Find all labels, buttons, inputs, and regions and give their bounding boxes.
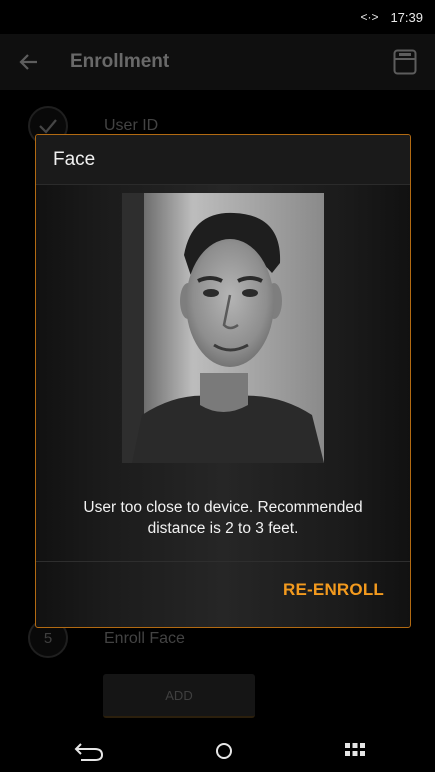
home-circle-icon[interactable] — [215, 742, 233, 760]
face-photo — [122, 193, 324, 463]
dialog-message: User too close to device. Recommended di… — [36, 497, 410, 539]
message-line-2: distance is 2 to 3 feet. — [147, 520, 299, 537]
sync-icon: <·> — [360, 10, 379, 24]
back-arrow-icon[interactable] — [73, 740, 105, 762]
status-time: 17:39 — [390, 9, 423, 25]
apps-grid-icon[interactable] — [344, 740, 366, 762]
dialog-divider — [36, 561, 410, 562]
message-line-1: User too close to device. Recommended — [83, 499, 363, 516]
dialog-title: Face — [36, 135, 410, 185]
system-nav-bar — [0, 730, 435, 772]
status-bar: <·> 17:39 — [0, 0, 435, 34]
face-dialog: Face User too close to device. Recommend… — [35, 134, 411, 628]
re-enroll-button[interactable]: RE-ENROLL — [283, 580, 384, 600]
